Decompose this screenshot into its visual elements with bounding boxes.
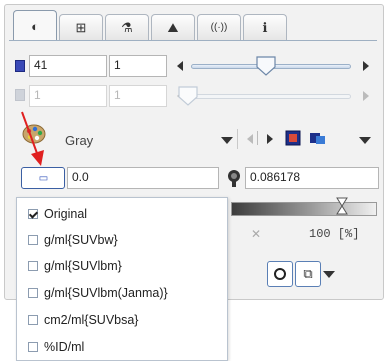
checkbox-icon bbox=[28, 261, 38, 271]
colormap-dropdown-icon[interactable] bbox=[221, 137, 233, 144]
slice-step-field[interactable]: 1 bbox=[109, 55, 167, 77]
colormap-label: Gray bbox=[65, 133, 94, 148]
overlay-icon[interactable] bbox=[309, 130, 327, 146]
units-option-suvbw[interactable]: g/ml{SUVbw} bbox=[17, 229, 227, 251]
contrast-icon: ◐ bbox=[31, 18, 39, 34]
slice-next-icon[interactable] bbox=[363, 61, 369, 71]
frame-slider-track[interactable] bbox=[191, 94, 351, 99]
frame-tool-button[interactable]: ⧉ bbox=[295, 261, 321, 287]
window-min-field[interactable]: 0.0 bbox=[67, 167, 219, 189]
signal-icon: ((·)) bbox=[210, 22, 228, 33]
units-option-idml[interactable]: %ID/ml bbox=[17, 336, 227, 358]
color-next-icon[interactable] bbox=[267, 134, 273, 144]
option-label: Original bbox=[44, 207, 88, 221]
checkbox-icon bbox=[28, 315, 38, 325]
circle-tool-button[interactable] bbox=[267, 261, 293, 287]
units-option-suvbsa[interactable]: cm2/ml{SUVbsa} bbox=[17, 309, 227, 331]
frames-icon: ⧉ bbox=[303, 266, 313, 281]
ramp-percent-label: 100 [%] bbox=[309, 227, 360, 241]
option-label: %ID/ml bbox=[44, 340, 85, 354]
frame-next-icon[interactable] bbox=[363, 91, 369, 101]
tools-icon: ⚗ bbox=[121, 19, 133, 35]
frame-step-field[interactable]: 1 bbox=[109, 85, 167, 107]
grayscale-ramp bbox=[231, 202, 377, 216]
ruler-icon: ▭ bbox=[38, 172, 49, 184]
divider bbox=[257, 131, 258, 145]
circle-icon bbox=[274, 268, 286, 280]
units-menu-button[interactable]: ▭ bbox=[21, 167, 65, 189]
units-option-suvlbm[interactable]: g/ml{SUVlbm} bbox=[17, 255, 227, 277]
tab-chart[interactable]: ⛰ bbox=[151, 14, 195, 40]
divider bbox=[237, 129, 238, 149]
annotation-arrow bbox=[21, 111, 44, 166]
tab-signal[interactable]: ((·)) bbox=[197, 14, 241, 40]
slice-value-field[interactable]: 41 bbox=[29, 55, 107, 77]
thermometer-icon bbox=[228, 170, 240, 187]
option-label: g/ml{SUVlbm(Janma)} bbox=[44, 286, 168, 300]
chart-icon: ⛰ bbox=[167, 19, 179, 35]
frame-value-field[interactable]: 1 bbox=[29, 85, 107, 107]
grid-icon: ⊞ bbox=[75, 19, 87, 35]
slice-color-icon bbox=[15, 60, 25, 72]
color-prev-icon[interactable] bbox=[247, 134, 253, 144]
checkbox-icon bbox=[28, 288, 38, 298]
info-icon: ℹ bbox=[262, 19, 268, 35]
units-option-original[interactable]: Original bbox=[17, 203, 227, 225]
slice-slider-thumb[interactable] bbox=[255, 55, 277, 77]
tab-contrast[interactable]: ◐ bbox=[13, 10, 57, 41]
tab-separator bbox=[9, 40, 377, 41]
tab-grid[interactable]: ⊞ bbox=[59, 14, 103, 40]
units-option-suvlbm-janma[interactable]: g/ml{SUVlbm(Janma)} bbox=[17, 282, 227, 304]
tools-dropdown-icon[interactable] bbox=[323, 271, 335, 278]
slice-prev-icon[interactable] bbox=[177, 61, 183, 71]
units-dropdown-menu: Original g/ml{SUVbw} g/ml{SUVlbm} g/ml{S… bbox=[16, 197, 228, 361]
frame-slider-thumb[interactable] bbox=[177, 85, 199, 107]
option-label: g/ml{SUVbw} bbox=[44, 233, 118, 247]
option-label: g/ml{SUVlbm} bbox=[44, 259, 122, 273]
checkbox-icon bbox=[28, 235, 38, 245]
options-dropdown-icon[interactable] bbox=[359, 137, 371, 144]
checkbox-checked-icon bbox=[28, 209, 38, 219]
tab-tools[interactable]: ⚗ bbox=[105, 14, 149, 40]
option-label: cm2/ml{SUVbsa} bbox=[44, 313, 139, 327]
tab-info[interactable]: ℹ bbox=[243, 14, 287, 40]
window-max-field[interactable]: 0.086178 bbox=[245, 167, 379, 189]
checkbox-icon bbox=[28, 342, 38, 352]
ramp-max-marker[interactable] bbox=[335, 196, 349, 218]
ramp-close-icon[interactable]: ✕ bbox=[251, 227, 261, 241]
frame-color-icon bbox=[15, 89, 25, 101]
lut-icon[interactable] bbox=[285, 130, 301, 146]
